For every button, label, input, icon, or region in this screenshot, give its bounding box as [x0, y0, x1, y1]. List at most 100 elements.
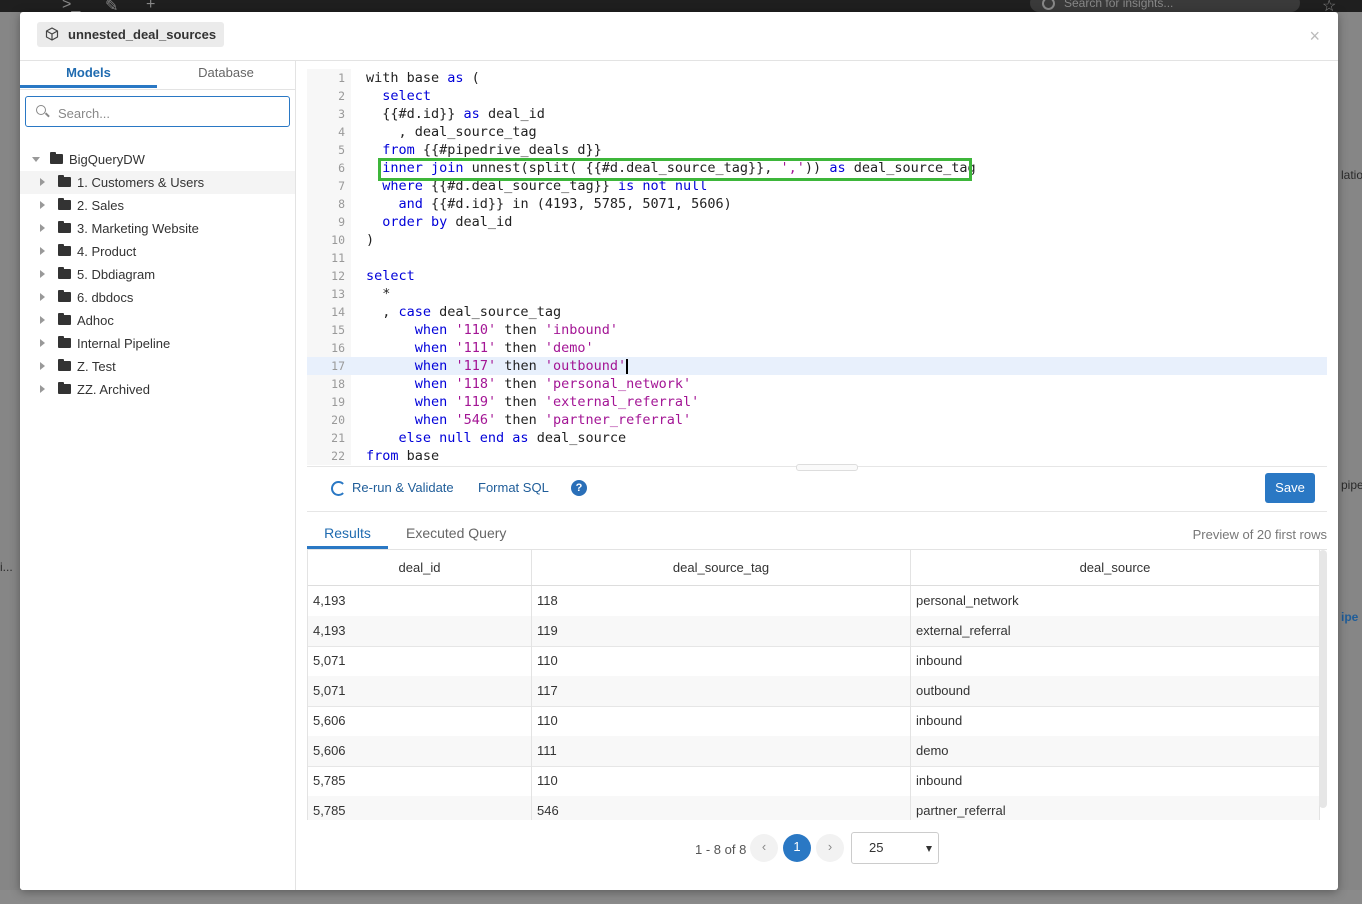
code-line[interactable]: 21 else null end as deal_source — [307, 429, 1327, 447]
code-line[interactable]: 4 , deal_source_tag — [307, 123, 1327, 141]
code-line[interactable]: 19 when '119' then 'external_referral' — [307, 393, 1327, 411]
code-line[interactable]: 1 with base as ( — [307, 69, 1327, 87]
tree-folder[interactable]: Internal Pipeline — [20, 332, 295, 355]
tree-folder[interactable]: 3. Marketing Website — [20, 217, 295, 240]
tree-folder[interactable]: 2. Sales — [20, 194, 295, 217]
code-line[interactable]: 2 select — [307, 87, 1327, 105]
line-number: 5 — [338, 143, 345, 157]
table-cell: 5,785 — [308, 766, 532, 796]
line-number: 16 — [331, 341, 345, 355]
column-header[interactable]: deal_source_tag — [532, 550, 911, 585]
code-line[interactable]: 22 from base — [307, 447, 1327, 465]
line-number: 7 — [338, 179, 345, 193]
tree-folder-label: 2. Sales — [77, 198, 124, 213]
code-line[interactable]: 10) — [307, 231, 1327, 249]
tree-folder[interactable]: 6. dbdocs — [20, 286, 295, 309]
line-number: 2 — [338, 89, 345, 103]
rerun-validate-button[interactable]: Re-run & Validate — [352, 480, 454, 495]
caret-right-icon[interactable] — [40, 247, 45, 255]
background-right-label: pipe — [1341, 478, 1362, 492]
code-line[interactable]: 8 and {{#d.id}} in (4193, 5785, 5071, 56… — [307, 195, 1327, 213]
table-cell: partner_referral — [911, 796, 1320, 820]
tree-root[interactable]: BigQueryDW — [20, 148, 295, 171]
help-icon[interactable]: ? — [571, 480, 587, 496]
line-number: 17 — [331, 359, 345, 373]
caret-right-icon[interactable] — [40, 224, 45, 232]
code-line[interactable]: 15 when '110' then 'inbound' — [307, 321, 1327, 339]
save-button[interactable]: Save — [1265, 473, 1315, 503]
code-line[interactable]: 9 order by deal_id — [307, 213, 1327, 231]
pagination: 1 - 8 of 8 ‹ 1 › 25 — [307, 830, 1327, 866]
table-cell: 5,071 — [308, 646, 532, 676]
tree-folder[interactable]: 1. Customers & Users — [20, 171, 295, 194]
editor-toolbar: Re-run & Validate Format SQL ? Save — [307, 467, 1327, 512]
sql-editor[interactable]: 1 with base as ( 2 select 3 {{#d.id}} as … — [307, 69, 1327, 465]
tree-root-label: BigQueryDW — [69, 152, 145, 167]
tab-results[interactable]: Results — [307, 518, 388, 549]
code-line[interactable]: 5 from {{#pipedrive_deals d}} — [307, 141, 1327, 159]
tab-models[interactable]: Models — [20, 61, 157, 88]
tab-executed-query[interactable]: Executed Query — [406, 518, 506, 549]
table-cell: 117 — [532, 676, 911, 706]
column-header[interactable]: deal_id — [308, 550, 532, 585]
tree-folder[interactable]: ZZ. Archived — [20, 378, 295, 401]
model-editor-modal: unnested_deal_sources × Models Database … — [20, 12, 1338, 890]
code-line[interactable]: 12 select — [307, 267, 1327, 285]
folder-icon — [58, 290, 71, 302]
caret-right-icon[interactable] — [40, 385, 45, 393]
line-number: 21 — [331, 431, 345, 445]
code-line[interactable]: 20 when '546' then 'partner_referral' — [307, 411, 1327, 429]
tab-database[interactable]: Database — [157, 61, 295, 88]
tree-folder[interactable]: Adhoc — [20, 309, 295, 332]
table-row: 5,071 117 outbound — [308, 676, 1320, 707]
caret-down-icon[interactable] — [32, 157, 40, 162]
tree-folder[interactable]: 5. Dbdiagram — [20, 263, 295, 286]
folder-icon — [58, 198, 71, 210]
next-page-button[interactable]: › — [816, 834, 844, 862]
caret-right-icon[interactable] — [40, 178, 45, 186]
line-number: 14 — [331, 305, 345, 319]
code-line[interactable]: 18 when '118' then 'personal_network' — [307, 375, 1327, 393]
prev-page-button[interactable]: ‹ — [750, 834, 778, 862]
current-page-button[interactable]: 1 — [783, 834, 811, 862]
close-icon[interactable]: × — [1309, 26, 1320, 47]
code-line[interactable]: 13 * — [307, 285, 1327, 303]
search-icon — [36, 105, 46, 115]
format-sql-button[interactable]: Format SQL — [478, 480, 549, 495]
page-size-select[interactable]: 25 — [851, 832, 939, 864]
folder-icon — [58, 359, 71, 371]
code-line[interactable]: 16 when '111' then 'demo' — [307, 339, 1327, 357]
table-row: 4,193 118 personal_network — [308, 586, 1320, 617]
chevron-down-icon — [926, 846, 932, 852]
column-header[interactable]: deal_source — [911, 550, 1320, 585]
code-line[interactable]: 11 — [307, 249, 1327, 267]
line-number: 19 — [331, 395, 345, 409]
code-line[interactable]: 3 {{#d.id}} as deal_id — [307, 105, 1327, 123]
code-line[interactable]: 14 , case deal_source_tag — [307, 303, 1327, 321]
table-cell: 5,606 — [308, 736, 532, 766]
global-search: Search for insights... — [1030, 0, 1300, 12]
tree-folder-label: 5. Dbdiagram — [77, 267, 156, 282]
results-scrollbar[interactable] — [1319, 550, 1327, 808]
table-row: 5,606 111 demo — [308, 736, 1320, 767]
caret-right-icon[interactable] — [40, 339, 45, 347]
tree-folder[interactable]: 4. Product — [20, 240, 295, 263]
line-number: 6 — [338, 161, 345, 175]
table-cell: 5,785 — [308, 796, 532, 820]
folder-icon — [58, 336, 71, 348]
refresh-icon[interactable] — [331, 481, 346, 496]
caret-right-icon[interactable] — [40, 362, 45, 370]
caret-right-icon[interactable] — [40, 270, 45, 278]
line-number: 11 — [331, 251, 345, 265]
tree-folder-label: 1. Customers & Users — [77, 175, 205, 190]
tree-folder[interactable]: Z. Test — [20, 355, 295, 378]
background-right-label: ipe — [1341, 610, 1359, 624]
table-row: 5,785 546 partner_referral — [308, 796, 1320, 820]
folder-icon — [50, 152, 63, 164]
caret-right-icon[interactable] — [40, 293, 45, 301]
code-line-active[interactable]: 17 when '117' then 'outbound' — [307, 357, 1327, 375]
background-left: i... — [0, 12, 20, 904]
caret-right-icon[interactable] — [40, 316, 45, 324]
caret-right-icon[interactable] — [40, 201, 45, 209]
sidebar-search-input[interactable] — [56, 102, 285, 124]
